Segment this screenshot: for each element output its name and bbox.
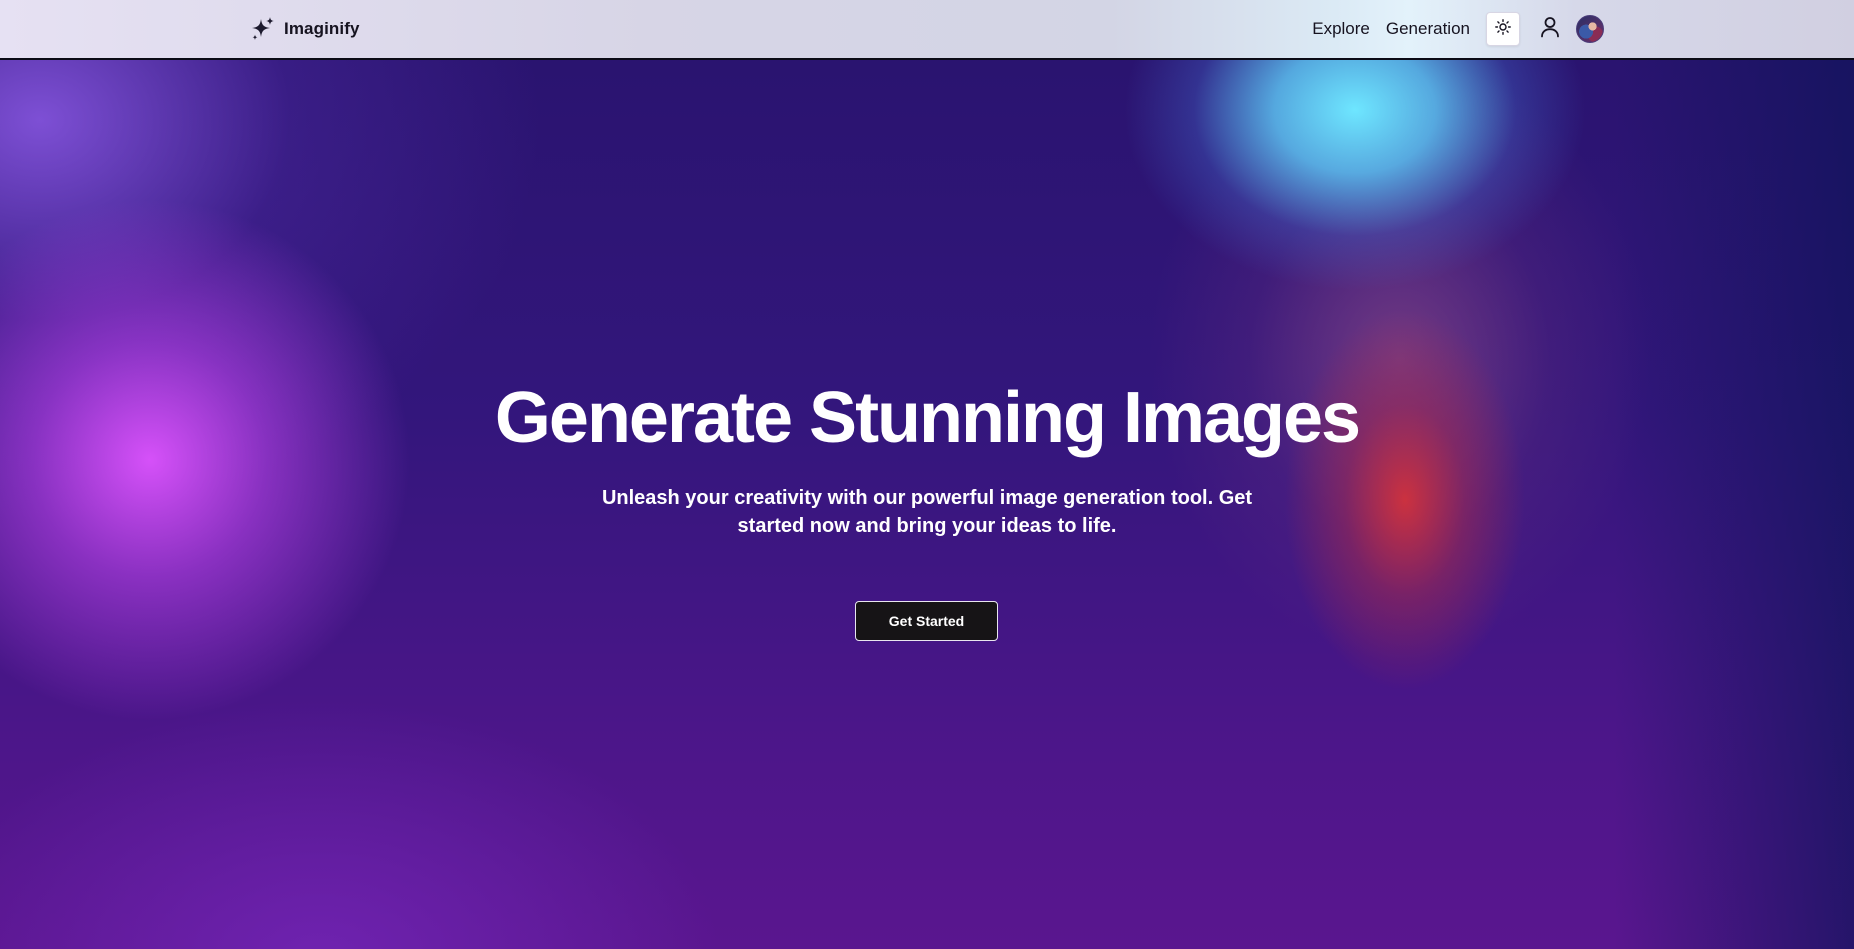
nav-link-generation[interactable]: Generation xyxy=(1386,19,1470,39)
brand-logo-link[interactable]: Imaginify xyxy=(250,16,360,42)
user-icon xyxy=(1540,16,1560,43)
theme-toggle-button[interactable] xyxy=(1486,12,1520,46)
sun-icon xyxy=(1495,18,1511,40)
user-avatar[interactable] xyxy=(1576,15,1604,43)
hero-section: Generate Stunning Images Unleash your cr… xyxy=(0,60,1854,949)
brand-name: Imaginify xyxy=(284,19,360,38)
main-nav: Explore Generation xyxy=(1312,11,1604,47)
nav-link-explore[interactable]: Explore xyxy=(1312,19,1370,39)
get-started-button[interactable]: Get Started xyxy=(855,601,998,641)
top-navigation-bar: Imaginify Explore Generation xyxy=(0,0,1854,60)
page: Imaginify Explore Generation Generate St… xyxy=(0,0,1854,949)
hero-headline: Generate Stunning Images xyxy=(494,378,1361,458)
account-button[interactable] xyxy=(1536,12,1564,46)
sparkles-icon xyxy=(250,16,276,42)
hero-subheadline: Unleash your creativity with our powerfu… xyxy=(601,487,1253,537)
